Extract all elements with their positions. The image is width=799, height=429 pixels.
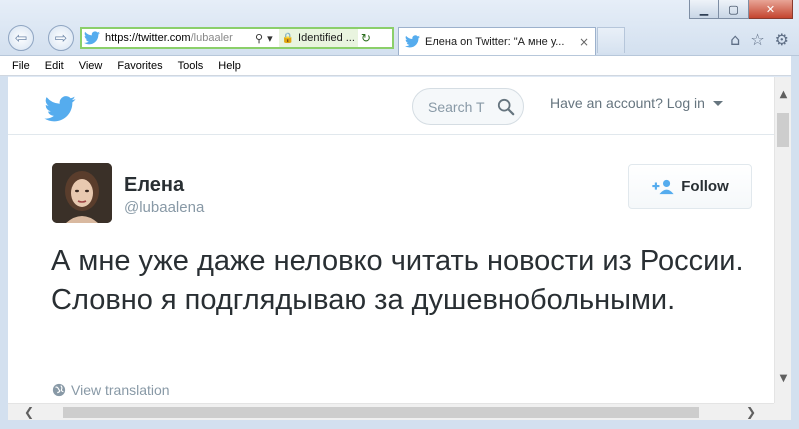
twitter-logo-icon[interactable]	[44, 96, 76, 122]
globe-icon	[52, 383, 66, 397]
address-url[interactable]: https://twitter.com/lubaaler	[105, 32, 255, 44]
window-frame-bottom	[0, 420, 799, 429]
scroll-left-icon[interactable]: ❮	[24, 404, 34, 421]
minimize-button[interactable]: ▁	[689, 0, 719, 19]
menu-view[interactable]: View	[79, 60, 103, 72]
caret-down-icon	[712, 100, 723, 106]
new-tab-button[interactable]	[597, 27, 625, 53]
tab-close-icon[interactable]: ×	[579, 35, 589, 49]
close-window-button[interactable]: ✕	[749, 0, 793, 19]
scroll-right-icon[interactable]: ❯	[746, 404, 756, 421]
scrollbar-corner	[774, 403, 791, 420]
tweet-text: А мне уже даже неловко читать новости из…	[51, 245, 744, 316]
vertical-scrollbar[interactable]: ▲ ▼	[774, 77, 791, 403]
translation-label: View translation	[71, 382, 170, 398]
lock-icon: 🔒	[281, 32, 295, 44]
window-controls: ▁ ▢ ✕	[689, 0, 793, 19]
address-url-path: /lubaaler	[190, 32, 233, 44]
search-input[interactable]: Search T	[412, 88, 524, 125]
tab-twitter[interactable]: Елена on Twitter: "А мне у... ×	[398, 27, 596, 55]
horizontal-scroll-thumb[interactable]	[63, 407, 699, 418]
favorites-star-icon[interactable]: ☆	[750, 30, 764, 49]
follow-button[interactable]: Follow	[628, 164, 752, 209]
home-icon[interactable]: ⌂	[730, 30, 740, 49]
address-url-host: https://twitter.com	[105, 32, 191, 44]
forward-button[interactable]: ⇨	[48, 25, 74, 51]
search-placeholder: Search T	[428, 98, 485, 115]
vertical-scroll-thumb[interactable]	[777, 113, 789, 147]
page-viewport: Search T Have an account? Log in Елена @…	[8, 77, 774, 403]
address-dropdown-icon[interactable]: ▾	[267, 32, 273, 45]
browser-tools: ⌂ ☆ ⚙	[730, 30, 789, 49]
twitter-header: Search T Have an account? Log in	[8, 77, 774, 135]
user-handle[interactable]: @lubaalena	[124, 199, 204, 216]
tab-label: Елена on Twitter: "А мне у...	[425, 35, 565, 48]
refresh-icon[interactable]: ↻	[361, 31, 371, 45]
window-frame-left	[0, 76, 8, 429]
address-search-icon[interactable]: ⚲	[255, 32, 263, 45]
avatar[interactable]	[52, 163, 112, 223]
twitter-favicon-icon	[84, 31, 100, 45]
scroll-down-icon[interactable]: ▼	[775, 373, 792, 384]
user-name[interactable]: Елена	[124, 174, 184, 197]
login-text: Have an account? Log in	[550, 95, 705, 111]
window-frame-right	[791, 56, 799, 429]
menu-file[interactable]: File	[12, 60, 30, 72]
search-icon[interactable]	[497, 98, 515, 116]
security-text: Identified ...	[298, 32, 355, 44]
back-button[interactable]: ⇦	[8, 25, 34, 51]
menu-tools[interactable]: Tools	[178, 60, 204, 72]
view-translation-link[interactable]: View translation	[52, 382, 170, 398]
settings-gear-icon[interactable]: ⚙	[775, 30, 789, 49]
avatar-portrait-icon	[52, 163, 112, 223]
login-dropdown[interactable]: Have an account? Log in	[550, 95, 723, 111]
browser-chrome: ▁ ▢ ✕ ⇦ ⇨ https://twitter.com/lubaaler ⚲…	[0, 0, 799, 56]
add-user-icon	[652, 179, 674, 194]
maximize-button[interactable]: ▢	[719, 0, 749, 19]
horizontal-scrollbar[interactable]: ❮ ❯	[8, 403, 774, 420]
security-badge[interactable]: 🔒 Identified ...	[278, 29, 358, 47]
menu-edit[interactable]: Edit	[45, 60, 64, 72]
menu-bar: File Edit View Favorites Tools Help	[0, 56, 799, 76]
twitter-favicon-icon	[405, 35, 420, 48]
address-bar[interactable]: https://twitter.com/lubaaler ⚲ ▾ 🔒 Ident…	[80, 27, 394, 49]
menu-help[interactable]: Help	[218, 60, 241, 72]
menu-favorites[interactable]: Favorites	[117, 60, 162, 72]
scroll-up-icon[interactable]: ▲	[775, 89, 792, 100]
follow-label: Follow	[681, 178, 729, 195]
